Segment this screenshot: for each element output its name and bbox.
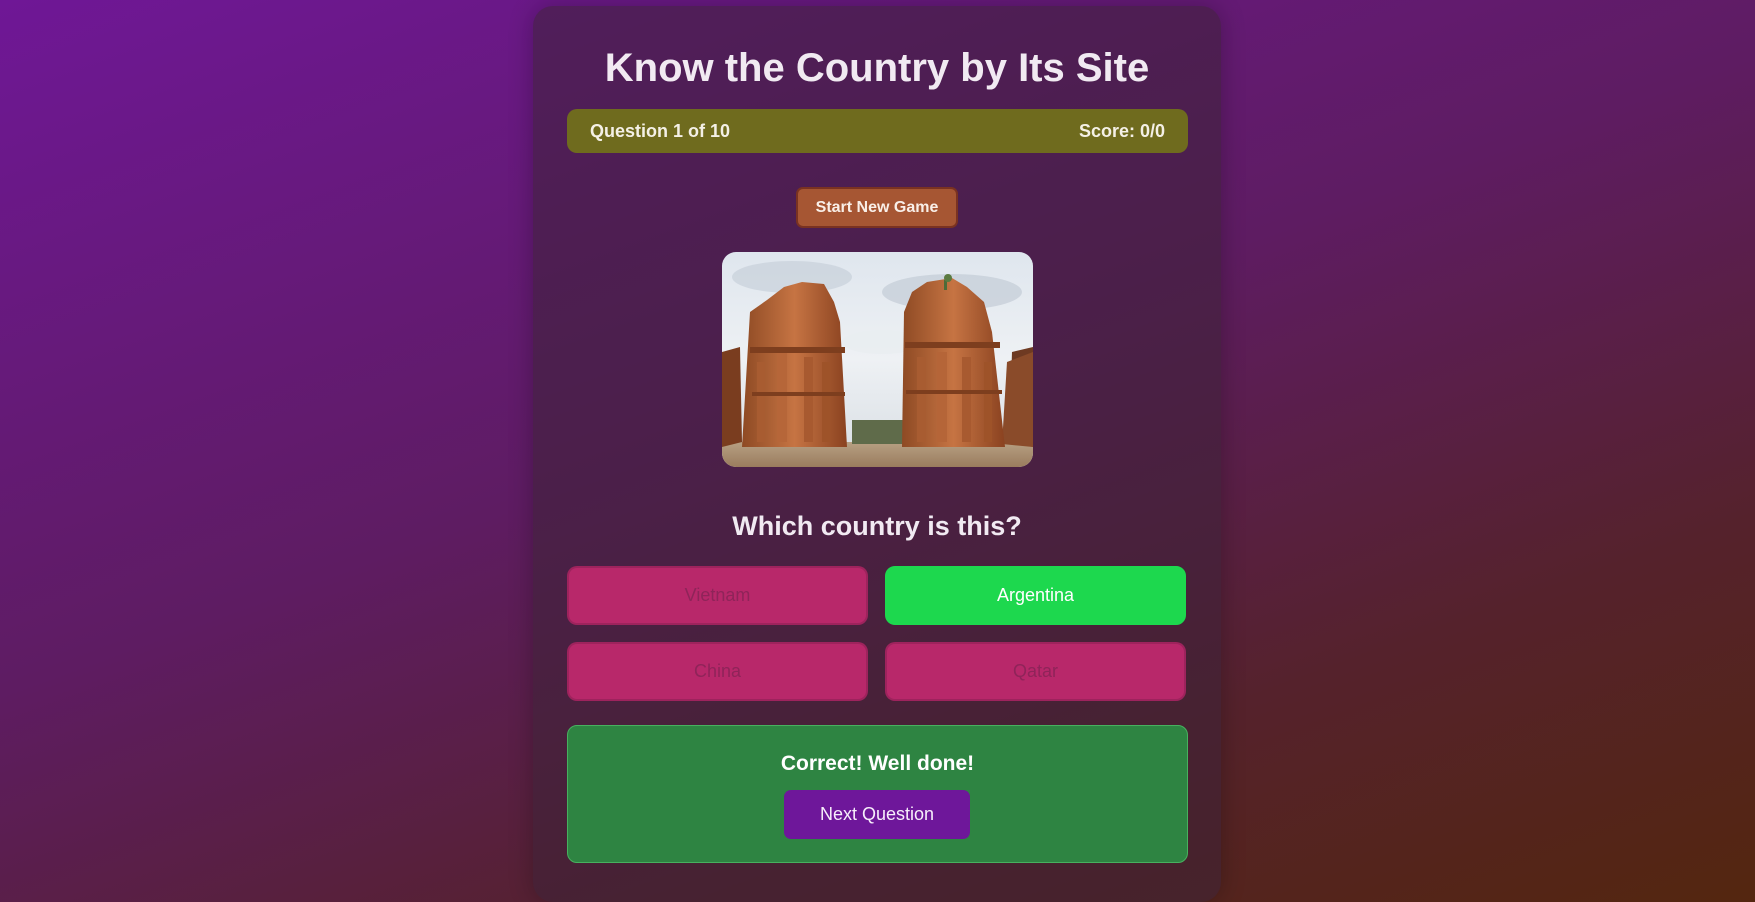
- quiz-card: Know the Country by Its Site Question 1 …: [533, 6, 1221, 902]
- feedback-message: Correct! Well done!: [780, 752, 975, 775]
- question-prompt: Which country is this?: [732, 511, 1022, 541]
- page-title: Know the Country by Its Site: [604, 46, 1150, 90]
- answer-option-vietnam[interactable]: Vietnam: [567, 566, 868, 625]
- next-question-button[interactable]: Next Question: [784, 790, 970, 839]
- start-new-game-button[interactable]: Start New Game: [796, 187, 958, 228]
- answer-option-qatar[interactable]: Qatar: [885, 642, 1186, 701]
- feedback-panel: Correct! Well done! Next Question: [567, 725, 1188, 863]
- answer-option-china[interactable]: China: [567, 642, 868, 701]
- landmark-image: [722, 252, 1033, 467]
- question-counter: Question 1 of 10: [590, 120, 731, 141]
- score-display: Score: 0/0: [1078, 120, 1165, 141]
- status-bar: Question 1 of 10 Score: 0/0: [567, 109, 1188, 153]
- answer-option-argentina[interactable]: Argentina: [885, 566, 1186, 625]
